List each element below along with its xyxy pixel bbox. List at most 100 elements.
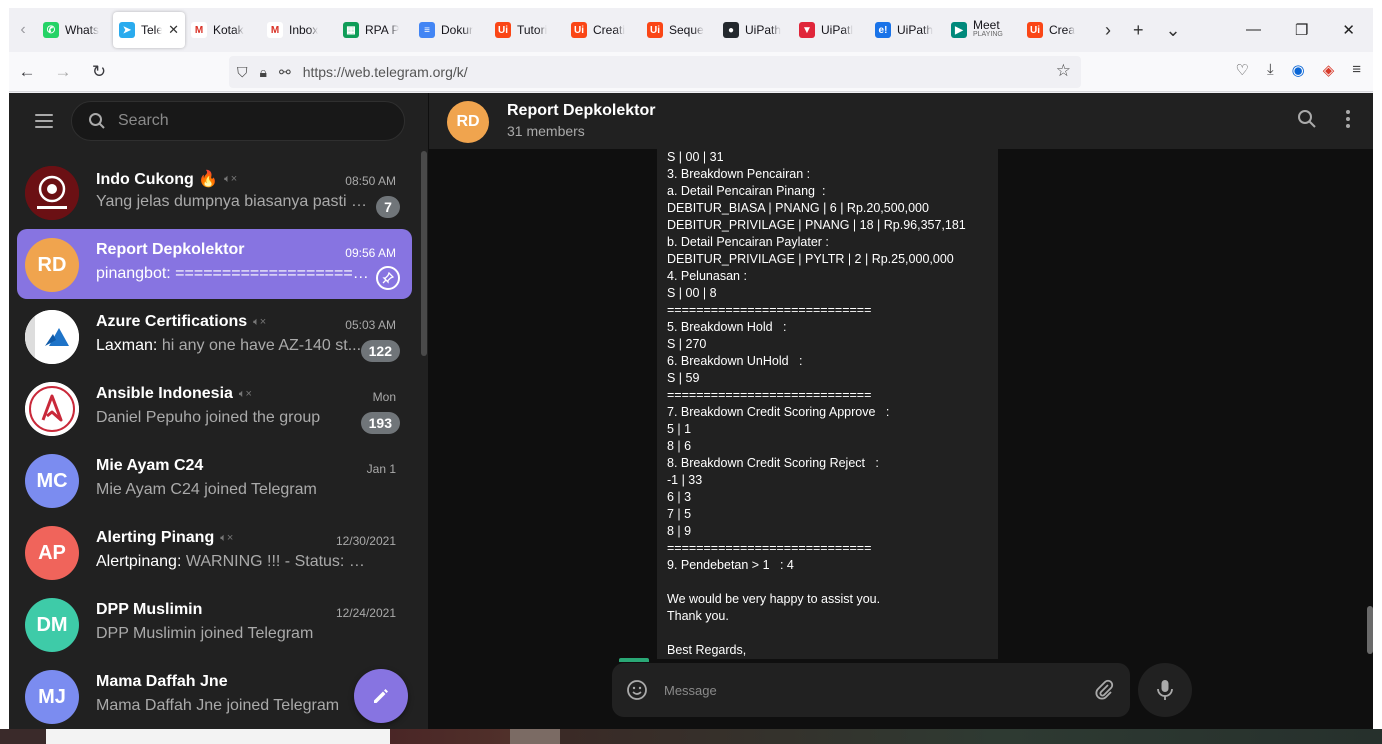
shield-icon[interactable]: ⛉ [237, 64, 248, 81]
downloads-icon[interactable]: ⤓ [1267, 61, 1274, 79]
message-bubble[interactable]: S | 00 | 31 3. Breakdown Pencairan : a. De… [657, 149, 998, 659]
sender-avatar[interactable] [619, 658, 649, 662]
chat-list-item[interactable]: Ansible Indonesia 🔈︎× Mon Daniel Pepuho joi… [17, 373, 412, 443]
chat-list-item[interactable]: MJMama Daffah Jne12/2Mama Daffah Jne joi… [17, 661, 412, 731]
minimize-icon[interactable]: — [1246, 21, 1261, 39]
uipath-icon: Ui [495, 22, 511, 38]
last-message-text: Daniel Pepuho joined the group [96, 409, 321, 426]
new-message-button[interactable] [354, 669, 408, 723]
chat-time: 05:03 AM [345, 318, 396, 332]
chat-avatar[interactable]: RD [25, 238, 79, 292]
tab-title: Kotak [213, 23, 244, 37]
message-line: -1 | 33 [667, 473, 703, 487]
conversation-scrollbar[interactable] [1367, 606, 1373, 654]
telegram-app: Search Indo Cukong 🔥 🔈︎× 08:50 AM Yang jela… [9, 93, 1373, 744]
attach-icon[interactable] [1094, 679, 1114, 701]
reload-icon[interactable]: ↻ [81, 62, 117, 82]
tab-title: Creati [593, 23, 626, 37]
close-window-icon[interactable]: ✕ [1342, 21, 1355, 39]
forward-icon[interactable]: → [45, 62, 81, 82]
browser-tab[interactable]: M Inbox [261, 12, 337, 48]
browser-tab[interactable]: Ui Creati [565, 12, 641, 48]
new-tab-icon[interactable]: + [1133, 20, 1144, 41]
chat-list-item[interactable]: DM DPP Muslimin 12/24/2021 DPP Muslimin joi… [17, 589, 412, 659]
chat-list-item[interactable]: RD Report Depkolektor 09:56 AM pinangbot: =… [17, 229, 412, 299]
group-avatar[interactable]: RD [447, 101, 489, 143]
message-composer[interactable]: Message [612, 663, 1130, 717]
emoji-icon[interactable] [626, 679, 648, 701]
message-line: a. Detail Pencairan Pinang : [667, 184, 826, 198]
browser-tab[interactable]: ▼ UiPatl [793, 12, 869, 48]
message-line: 6. Breakdown UnHold : [667, 354, 803, 368]
address-bar[interactable]: ⛉ 🔒︎ ⚯ https://web.telegram.org/k/ ☆ [229, 56, 1081, 88]
browser-tab[interactable]: ≡ Dokur [413, 12, 489, 48]
lock-icon[interactable]: 🔒︎ [260, 64, 267, 81]
back-icon[interactable]: ← [9, 62, 45, 82]
pin-icon [376, 266, 400, 290]
browser-tab[interactable]: M Kotak [185, 12, 261, 48]
tab-controls: › + ⌄ [1105, 20, 1181, 41]
vuejs-icon: ▼ [799, 22, 815, 38]
list-tabs-icon[interactable]: ⌄ [1166, 20, 1181, 41]
extension-icon[interactable]: ◈ [1323, 61, 1335, 79]
close-tab-icon[interactable]: ✕ [168, 22, 179, 38]
menu-icon[interactable]: ≡ [1352, 61, 1361, 79]
sidebar-scrollbar[interactable] [421, 151, 427, 356]
browser-tab[interactable]: ✆ Whats [37, 12, 113, 48]
restore-icon[interactable]: ❐ [1295, 21, 1308, 39]
chat-avatar[interactable] [25, 310, 79, 364]
message-input[interactable]: Message [664, 683, 717, 698]
tab-title: Whats [65, 23, 100, 37]
chat-list-item[interactable]: AP Alerting Pinang 🔈︎× 12/30/2021 Alertpinan… [17, 517, 412, 587]
message-line: DEBITUR_BIASA | PNANG | 6 | Rp.20,500,00… [667, 201, 929, 215]
browser-tab[interactable]: ▦ RPA P [337, 12, 413, 48]
chat-list-item[interactable]: MC Mie Ayam C24 Jan 1 Mie Ayam C24 joined T… [17, 445, 412, 515]
tab-title: Crea [1049, 23, 1076, 37]
tab-scroll-right-icon[interactable]: › [1105, 20, 1111, 41]
browser-tab[interactable]: Ui Seque [641, 12, 717, 48]
password-manager-icon[interactable]: ◉ [1292, 61, 1305, 79]
browser-tab[interactable]: Ui Tutori [489, 12, 565, 48]
search-input[interactable]: Search [71, 101, 405, 141]
permissions-icon[interactable]: ⚯ [279, 64, 291, 81]
url-text[interactable]: https://web.telegram.org/k/ [303, 64, 468, 80]
chat-avatar[interactable]: DM [25, 598, 79, 652]
chat-list-item[interactable]: Azure Certifications 🔈︎× 05:03 AM Laxman: h… [17, 301, 412, 371]
header-actions [1297, 109, 1351, 129]
message-line [667, 625, 988, 642]
voice-record-button[interactable] [1138, 663, 1192, 717]
meet-icon: ▶ [951, 22, 967, 38]
conversation-header[interactable]: RD Report Depkolektor 31 members [429, 93, 1373, 149]
pocket-icon[interactable]: ♡ [1236, 61, 1249, 79]
browser-tab[interactable]: ➤ Tele ✕ [113, 12, 185, 48]
last-message-sender: Alertpinang: [96, 553, 182, 570]
chat-avatar[interactable]: MC [25, 454, 79, 508]
hamburger-menu-icon[interactable] [35, 114, 53, 128]
bookmark-star-icon[interactable]: ☆ [1056, 61, 1071, 81]
browser-tab[interactable]: ▶ Meet PLAYING [945, 12, 1021, 48]
tab-scroll-left-icon[interactable]: ‹ [9, 21, 37, 39]
unread-count-badge: 193 [360, 412, 400, 434]
chat-title: Indo Cukong 🔥 [96, 171, 219, 188]
member-count: 31 members [507, 123, 585, 139]
search-icon[interactable] [1297, 109, 1317, 129]
message-line: 9. Pendebetan > 1 : 4 [667, 558, 794, 572]
chat-name: Mama Daffah Jne [96, 673, 228, 691]
chat-avatar[interactable] [25, 166, 79, 220]
more-options-icon[interactable] [1345, 109, 1351, 129]
chat-avatar[interactable]: MJ [25, 670, 79, 724]
tab-strip: ‹ ✆ Whats ➤ Tele ✕ M Kotak M Inbox ▦ RPA P ≡ Dokur Ui… [9, 8, 1373, 52]
chat-avatar[interactable] [25, 382, 79, 436]
group-title[interactable]: Report Depkolektor [507, 102, 655, 120]
message-line: S | 00 | 8 [667, 286, 717, 300]
last-message-text: DPP Muslimin joined Telegram [96, 625, 314, 642]
browser-tab[interactable]: e! UiPath [869, 12, 945, 48]
chat-time: Jan 1 [366, 462, 396, 476]
browser-tab[interactable]: ● UiPath [717, 12, 793, 48]
chat-list-item[interactable]: Indo Cukong 🔥 🔈︎× 08:50 AM Yang jelas dumpn… [17, 157, 412, 227]
tab-title: UiPath [897, 23, 934, 37]
browser-tab[interactable]: Ui Crea [1021, 12, 1097, 48]
chat-name: DPP Muslimin [96, 601, 202, 619]
tab-title: Inbox [289, 23, 319, 37]
chat-avatar[interactable]: AP [25, 526, 79, 580]
